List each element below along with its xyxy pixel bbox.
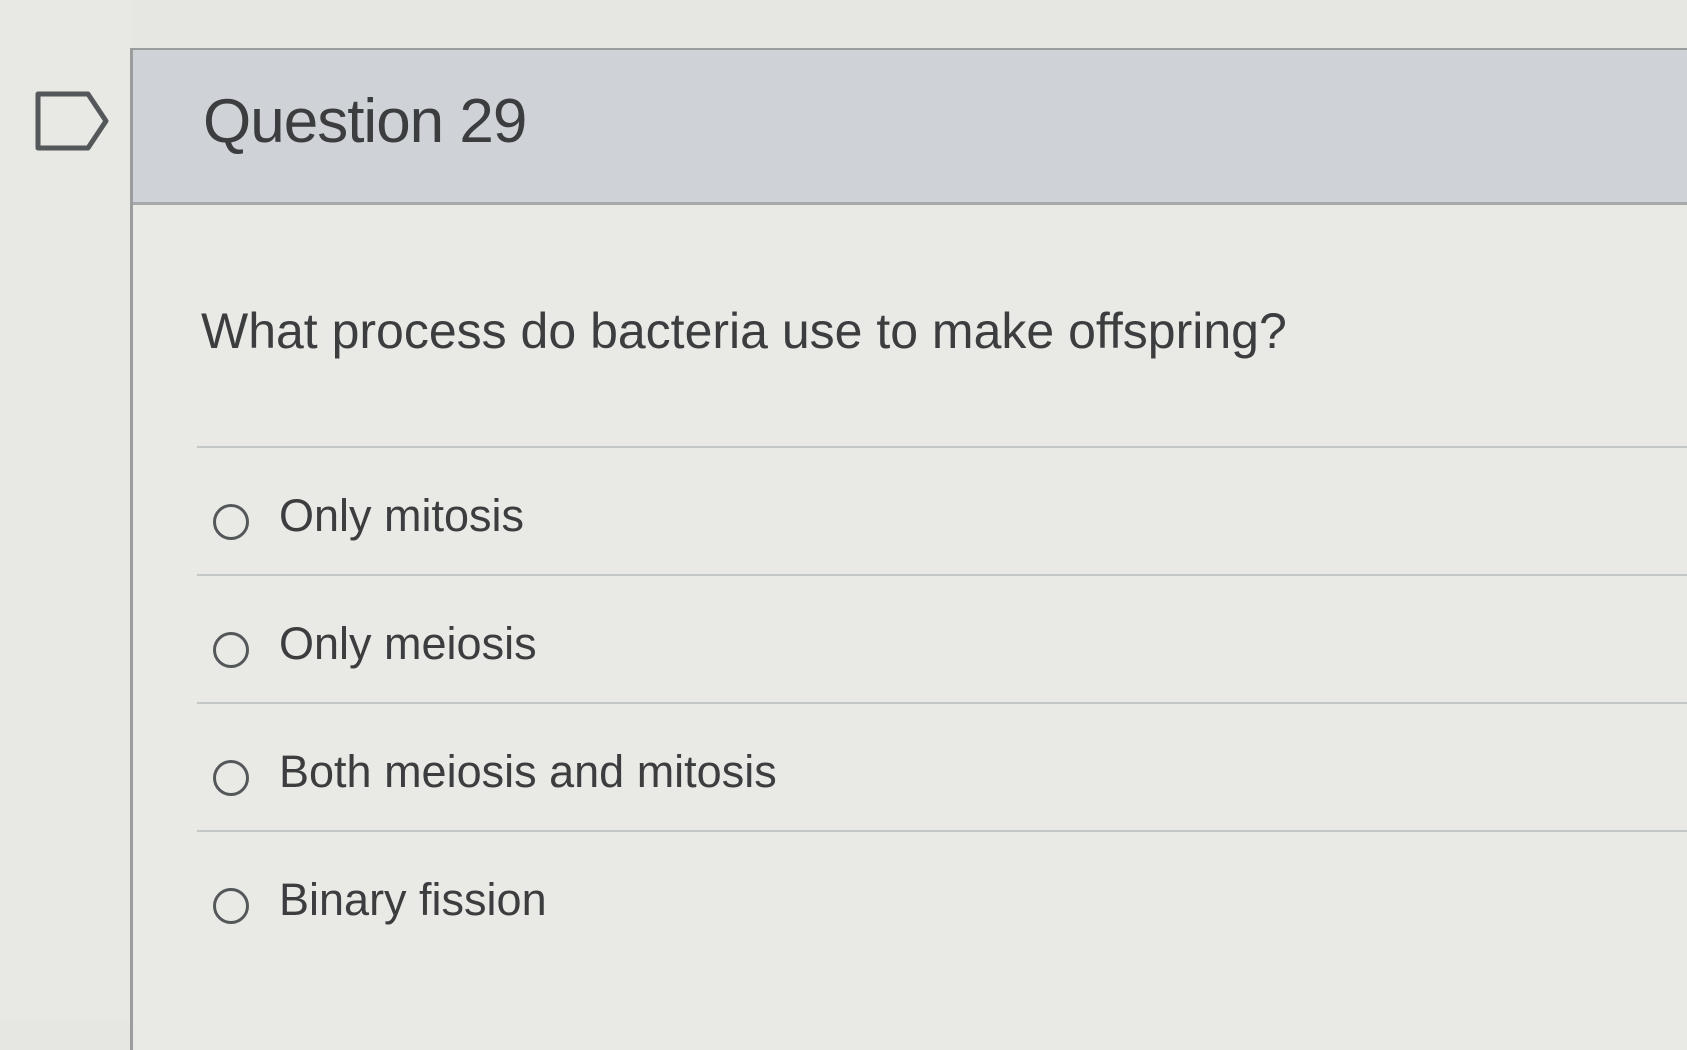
- question-flag-column: [0, 0, 132, 1021]
- answer-label[interactable]: Only meiosis: [279, 618, 537, 670]
- answer-label[interactable]: Both meiosis and mitosis: [279, 746, 777, 798]
- radio-button-icon[interactable]: [213, 760, 249, 796]
- radio-button-icon[interactable]: [213, 888, 249, 924]
- flag-outline-icon[interactable]: [34, 90, 110, 152]
- question-title: Question 29: [203, 87, 527, 156]
- answer-option[interactable]: Only meiosis: [197, 574, 1687, 702]
- radio-button-icon[interactable]: [213, 504, 249, 540]
- answer-option[interactable]: Both meiosis and mitosis: [197, 702, 1687, 830]
- radio-button-icon[interactable]: [213, 632, 249, 668]
- answer-label[interactable]: Only mitosis: [279, 490, 524, 542]
- answer-list: Only mitosis Only meiosis Both meiosis a…: [197, 446, 1687, 958]
- answer-option[interactable]: Only mitosis: [197, 446, 1687, 574]
- answer-option[interactable]: Binary fission: [197, 830, 1687, 958]
- question-prompt: What process do bacteria use to make off…: [201, 303, 1287, 359]
- question-card: Question 29 What process do bacteria use…: [130, 48, 1687, 1050]
- answer-label[interactable]: Binary fission: [279, 874, 547, 926]
- question-header: Question 29: [133, 50, 1687, 205]
